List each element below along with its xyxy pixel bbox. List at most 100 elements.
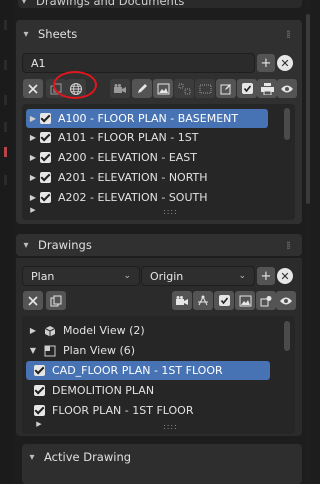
tree-group[interactable]: ▶ Model View (2) (26, 321, 145, 340)
drawing-camera-button[interactable] (172, 291, 192, 310)
origin-value: Origin (150, 269, 184, 283)
remove-drawing-button[interactable] (23, 291, 43, 310)
origin-select[interactable]: Origin ⌄ (141, 266, 255, 286)
checkbox[interactable] (40, 192, 51, 203)
chevron-down-icon: ▾ (21, 0, 27, 7)
drag-grip-icon[interactable]: ⁞⁞ (286, 28, 291, 41)
strip-mark (4, 122, 7, 132)
sheet-edit-text-button[interactable] (216, 79, 236, 98)
checkbox[interactable] (34, 385, 45, 396)
close-icon (28, 295, 38, 306)
tree-group[interactable]: ▼ Plan View (6) (26, 341, 135, 360)
strip-mark (4, 60, 7, 70)
panel-title: Drawings and Documents (36, 0, 185, 8)
drawing-shapes-button[interactable] (256, 291, 276, 310)
clear-search-button[interactable]: ✕ (277, 55, 293, 71)
close-icon (28, 83, 38, 94)
annotate-icon (197, 295, 208, 305)
chevron-down-icon: ▾ (23, 239, 29, 251)
resize-handle[interactable]: :::: (163, 422, 178, 431)
panel-title-bar[interactable]: ▾ Drawings and Documents (18, 0, 302, 8)
chevron-down-icon: ⌄ (238, 271, 246, 281)
checkbox[interactable] (34, 365, 45, 376)
active-drawing-header[interactable]: ▾ Active Drawing (26, 448, 286, 466)
edit-document-icon (220, 83, 231, 94)
edit-sheet-button[interactable] (132, 79, 152, 98)
expand-arrow-icon[interactable]: ▶ (26, 114, 40, 123)
list-item[interactable]: ▶ A101 - FLOOR PLAN - 1ST (26, 128, 199, 147)
checkbox-icon (241, 83, 253, 94)
sheets-header[interactable]: ▾ Sheets (20, 25, 290, 43)
list-item-label: A101 - FLOOR PLAN - 1ST (58, 131, 199, 144)
add-drawing-button[interactable]: + (257, 267, 275, 285)
expand-arrow-icon[interactable]: ▶ (26, 326, 40, 335)
list-item-label: DEMOLITION PLAN (52, 384, 155, 397)
camera-icon (176, 295, 188, 305)
sheet-link-button[interactable] (195, 79, 215, 98)
drawings-header[interactable]: ▾ Drawings (20, 236, 290, 254)
print-sheet-button[interactable] (257, 79, 277, 98)
checkbox[interactable] (34, 405, 45, 416)
panel-scrollbar[interactable] (305, 0, 311, 484)
list-item-label: A202 - ELEVATION - SOUTH (58, 191, 208, 204)
expand-arrow-icon[interactable]: ▶ (26, 133, 40, 142)
expand-arrow-icon[interactable]: ▶ (26, 206, 40, 214)
drawings-tree-scrollbar[interactable] (284, 321, 290, 351)
panel-scrollbar-thumb[interactable] (306, 14, 310, 204)
sheets-list-scrollbar[interactable] (284, 108, 290, 140)
expand-arrow-icon[interactable]: ▶ (32, 420, 46, 428)
expand-arrow-icon[interactable]: ▶ (26, 153, 40, 162)
plus-icon: + (260, 268, 272, 284)
list-item-label: A200 - ELEVATION - EAST (58, 151, 197, 164)
list-item-label: FLOOR PLAN - 1ST FLOOR (52, 404, 194, 417)
expand-arrow-icon[interactable]: ▶ (26, 173, 40, 182)
drawing-image-button[interactable] (235, 291, 255, 310)
chevron-down-icon: ▾ (23, 28, 29, 40)
drawing-visibility-button[interactable] (276, 291, 296, 310)
tree-group-label: Model View (2) (63, 324, 145, 337)
collapse-arrow-icon[interactable]: ▼ (26, 346, 40, 355)
list-item[interactable]: CAD_FLOOR PLAN - 1ST FLOOR (26, 361, 270, 380)
tree-group-label: Plan View (6) (63, 344, 136, 357)
clear-drawing-button[interactable]: ✕ (277, 268, 293, 284)
list-item[interactable]: ▶ A202 - ELEVATION - SOUTH (26, 188, 208, 207)
cube-icon (44, 325, 56, 336)
duplicate-drawing-button[interactable] (46, 291, 66, 310)
list-item[interactable]: ▶ A200 - ELEVATION - EAST (26, 148, 197, 167)
checkbox[interactable] (40, 172, 51, 183)
select-all-drawings-button[interactable] (214, 291, 234, 310)
drag-grip-icon[interactable]: ⁞⁞ (286, 239, 291, 252)
resize-handle[interactable]: :::: (163, 207, 178, 216)
list-item-label: A201 - ELEVATION - NORTH (58, 171, 208, 184)
close-icon: ✕ (280, 269, 290, 283)
printer-icon (260, 82, 274, 95)
pencil-icon (138, 83, 147, 93)
sheets-search-input[interactable]: A1 (22, 53, 255, 73)
visibility-button[interactable] (277, 79, 297, 98)
sheet-camera-button[interactable] (110, 79, 130, 98)
sheet-image-button[interactable] (153, 79, 173, 98)
eye-icon (280, 297, 292, 304)
list-item-label: A100 - FLOOR PLAN - BASEMENT (58, 112, 239, 125)
expand-arrow-icon[interactable]: ▶ (26, 193, 40, 202)
add-sheet-button[interactable]: + (257, 54, 275, 72)
drawing-type-value: Plan (31, 269, 55, 283)
drawing-type-select[interactable]: Plan ⌄ (22, 266, 140, 286)
checkbox[interactable] (40, 132, 51, 143)
remove-sheet-button[interactable] (23, 79, 43, 98)
drawing-annotate-button[interactable] (193, 291, 213, 310)
list-item[interactable]: FLOOR PLAN - 1ST FLOOR (26, 401, 193, 420)
chevron-down-icon: ⌄ (123, 271, 131, 281)
checkbox-icon (218, 295, 230, 306)
sheet-layout-button[interactable] (174, 79, 194, 98)
select-all-sheets-button[interactable] (237, 79, 257, 98)
checkbox[interactable] (40, 152, 51, 163)
checkbox[interactable] (40, 113, 51, 124)
drawings-header-label: Drawings (38, 238, 92, 252)
list-item[interactable]: ▶ A201 - ELEVATION - NORTH (26, 168, 208, 187)
duplicate-icon (50, 295, 62, 306)
chevron-down-icon: ▾ (29, 451, 35, 463)
highlight-ring (53, 71, 97, 99)
list-item[interactable]: DEMOLITION PLAN (26, 381, 154, 400)
list-item[interactable]: ▶ A100 - FLOOR PLAN - BASEMENT (26, 109, 268, 128)
